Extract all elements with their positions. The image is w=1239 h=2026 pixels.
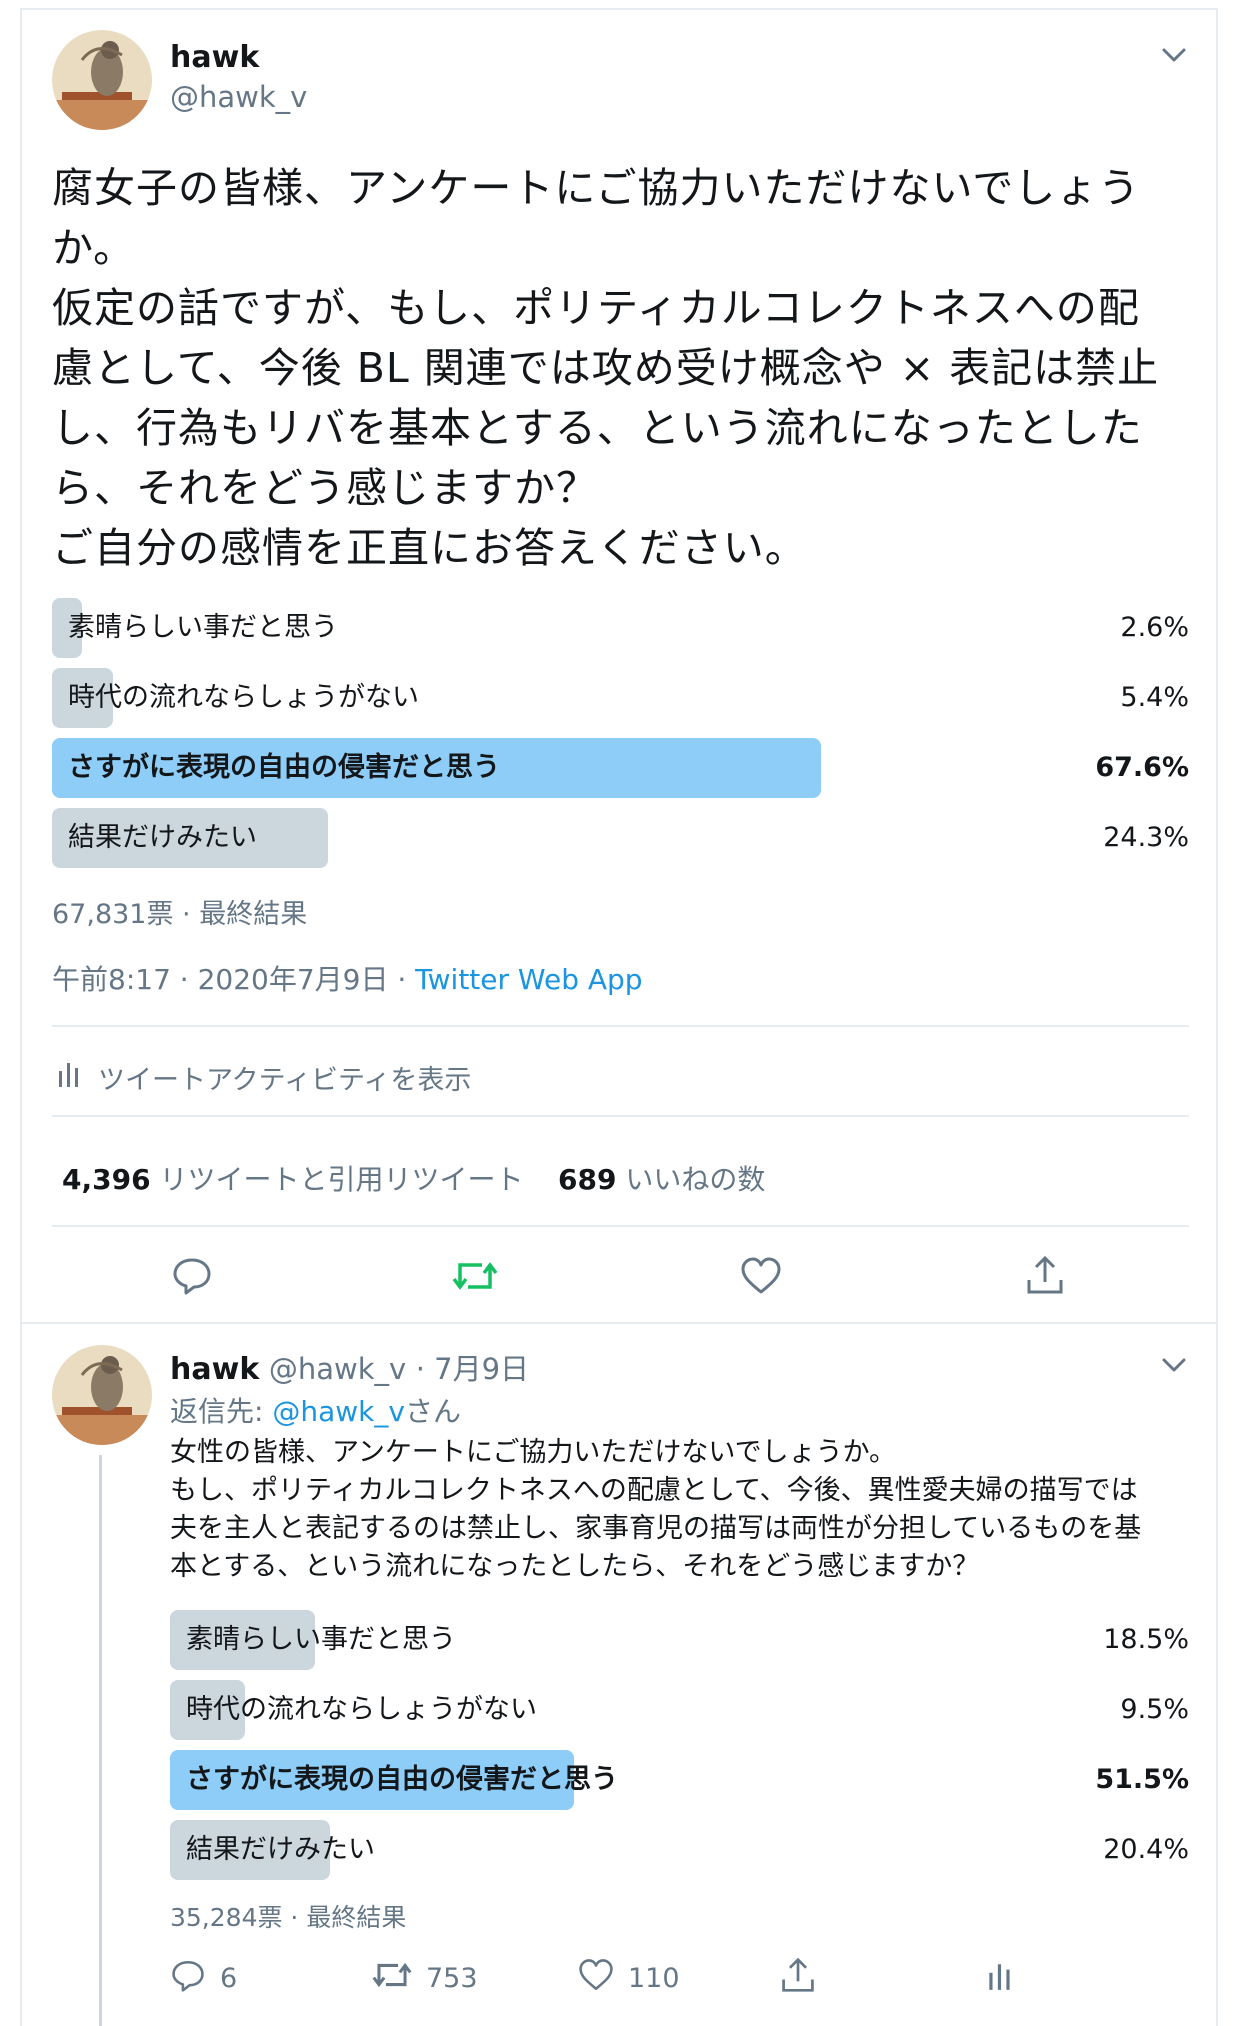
poll-option-percent: 20.4% (1103, 1834, 1189, 1865)
like-icon (578, 1958, 614, 1999)
share-icon[interactable] (1025, 1254, 1065, 1300)
poll-option-percent: 67.6% (1095, 752, 1189, 783)
reply-action[interactable]: 6 (170, 1958, 237, 1999)
retweet-icon[interactable] (452, 1257, 498, 1299)
divider (20, 1322, 1218, 1324)
likes-label: いいねの数 (625, 1163, 766, 1196)
retweets-stat[interactable]: 4,396 リツイートと引用リツイート (62, 1158, 524, 1198)
activity-icon (58, 1059, 80, 1096)
poll-option-percent: 51.5% (1095, 1764, 1189, 1795)
poll-option: さすがに表現の自由の侵害だと思う 67.6% (52, 738, 1189, 798)
chevron-down-icon[interactable] (1160, 1355, 1188, 1379)
reply-to: 返信先: @hawk_vさん (170, 1390, 461, 1430)
chevron-down-icon[interactable] (1160, 45, 1188, 69)
poll-option: 時代の流れならしょうがない 5.4% (52, 668, 1189, 728)
likes-count: 689 (558, 1163, 617, 1196)
tweet-text: 腐女子の皆様、アンケートにご協力いただけないでしょう か。 仮定の話ですが、もし… (52, 164, 1160, 572)
activity-label: ツイートアクティビティを表示 (98, 1065, 472, 1096)
like-action[interactable]: 110 (578, 1958, 680, 1999)
tweet-timestamp: 午前8:17 · 2020年7月9日 · Twitter Web App (52, 958, 643, 998)
retweet-icon (372, 1958, 412, 1999)
retweets-count: 4,396 (62, 1163, 151, 1196)
retweets-label: リツイートと引用リツイート (159, 1163, 524, 1196)
poll-option-label: 素晴らしい事だと思う (186, 1624, 456, 1655)
poll-option-label: さすがに表現の自由の侵害だと思う (68, 752, 500, 783)
poll-option-label: さすがに表現の自由の侵害だと思う (186, 1764, 618, 1795)
thread-line (99, 1455, 102, 2026)
poll-option: 素晴らしい事だと思う 2.6% (52, 598, 1189, 658)
tweet-text: 女性の皆様、アンケートにご協力いただけないでしょうか。 もし、ポリティカルコレク… (170, 1437, 1142, 1582)
author-handle[interactable]: @hawk_v (269, 1352, 406, 1386)
poll-option: さすがに表現の自由の侵害だと思う 51.5% (170, 1750, 1189, 1810)
reply-icon (170, 1958, 206, 1999)
reply-to-suffix: さん (404, 1395, 461, 1428)
poll-option-label: 時代の流れならしょうがない (68, 682, 419, 713)
poll-option-label: 素晴らしい事だと思う (68, 612, 338, 643)
divider (52, 1025, 1189, 1027)
divider (52, 1115, 1189, 1117)
poll-option-label: 時代の流れならしょうがない (186, 1694, 537, 1725)
author-handle[interactable]: @hawk_v (170, 80, 307, 114)
poll-option-percent: 24.3% (1103, 822, 1189, 853)
analytics-icon[interactable] (988, 1960, 1012, 1996)
tweet-date[interactable]: · 7月9日 (416, 1352, 529, 1386)
reply-count: 6 (220, 1963, 238, 1994)
avatar[interactable] (52, 1345, 152, 1445)
poll-footer: 35,284票 · 最終結果 (170, 1903, 407, 1932)
poll-option-percent: 5.4% (1120, 682, 1189, 713)
share-icon[interactable] (780, 1956, 816, 1998)
tweet-activity-link[interactable]: ツイートアクティビティを表示 (58, 1058, 471, 1097)
likes-stat[interactable]: 689 いいねの数 (558, 1158, 765, 1198)
retweet-count: 753 (426, 1963, 478, 1994)
poll-option-label: 結果だけみたい (186, 1834, 375, 1865)
source-link[interactable]: Twitter Web App (415, 963, 642, 996)
like-icon[interactable] (740, 1257, 782, 1299)
author-name[interactable]: hawk (170, 40, 259, 75)
reply-icon[interactable] (172, 1255, 212, 1299)
poll-option-percent: 2.6% (1120, 612, 1189, 643)
retweet-action[interactable]: 753 (372, 1958, 478, 1999)
poll-option: 素晴らしい事だと思う 18.5% (170, 1610, 1189, 1670)
like-count: 110 (628, 1963, 680, 1994)
avatar[interactable] (52, 30, 152, 130)
poll-footer: 67,831票 · 最終結果 (52, 899, 308, 930)
poll-option-percent: 9.5% (1120, 1694, 1189, 1725)
timestamp-text[interactable]: 午前8:17 · 2020年7月9日 · (52, 963, 415, 996)
poll-option: 結果だけみたい 24.3% (52, 808, 1189, 868)
reply-to-handle[interactable]: @hawk_v (272, 1395, 405, 1428)
reply-header: hawk @hawk_v · 7月9日 (170, 1346, 529, 1388)
reply-to-prefix: 返信先: (170, 1395, 273, 1428)
author-name[interactable]: hawk (170, 1352, 259, 1387)
poll-option: 時代の流れならしょうがない 9.5% (170, 1680, 1189, 1740)
poll-option-percent: 18.5% (1103, 1624, 1189, 1655)
poll-option: 結果だけみたい 20.4% (170, 1820, 1189, 1880)
poll-option-label: 結果だけみたい (68, 822, 257, 853)
divider (52, 1225, 1189, 1227)
